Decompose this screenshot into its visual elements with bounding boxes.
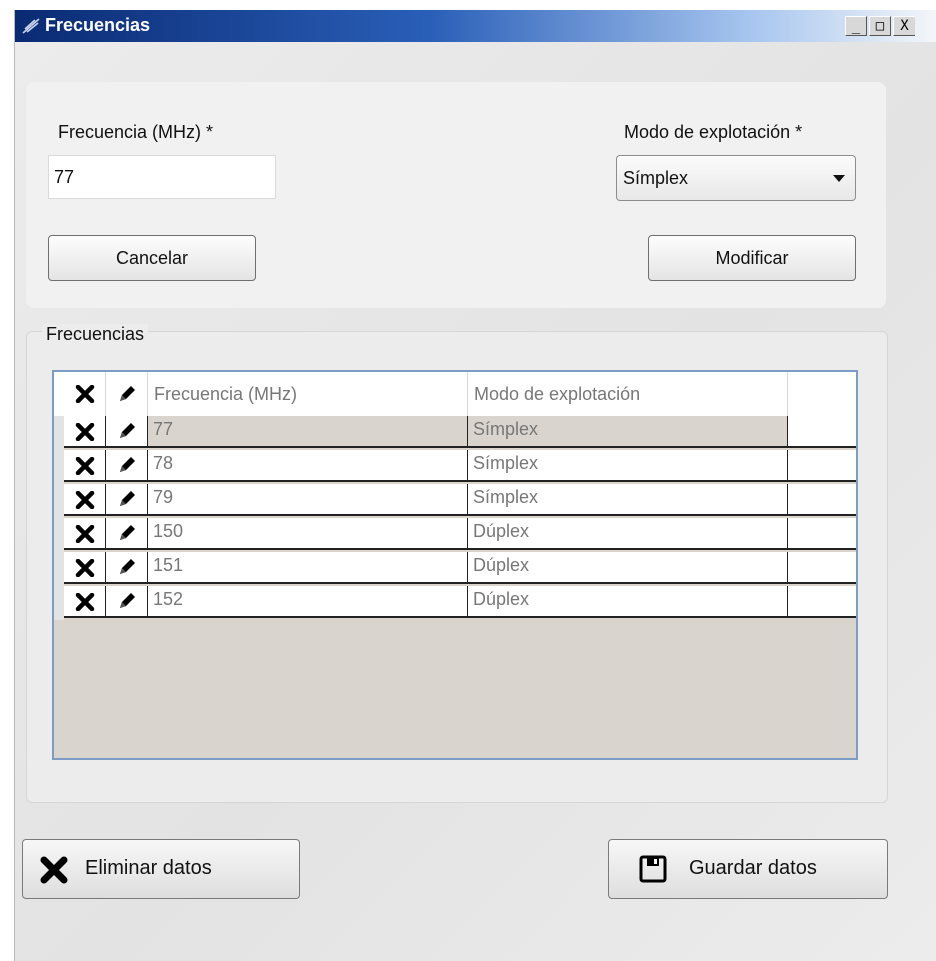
row-frequency: 78 bbox=[153, 453, 174, 473]
close-icon bbox=[75, 559, 95, 577]
close-icon bbox=[75, 423, 95, 441]
table-row[interactable]: 151 Dúplex bbox=[54, 552, 856, 584]
row-filler bbox=[788, 450, 856, 482]
close-icon bbox=[75, 525, 95, 543]
row-frequency: 151 bbox=[153, 555, 184, 575]
row-filler bbox=[788, 586, 856, 618]
close-icon bbox=[75, 457, 95, 475]
delete-data-button[interactable]: Eliminar datos bbox=[22, 839, 300, 899]
delete-data-label: Eliminar datos bbox=[85, 857, 212, 879]
row-frequency: 152 bbox=[153, 589, 184, 609]
row-filler bbox=[788, 552, 856, 584]
row-edit-button[interactable] bbox=[106, 518, 148, 550]
modify-button[interactable]: Modificar bbox=[648, 235, 856, 281]
row-frequency-cell[interactable]: 79 bbox=[148, 484, 468, 516]
table-row[interactable]: 77 Símplex bbox=[54, 416, 856, 448]
row-mode-cell[interactable]: Símplex bbox=[468, 416, 788, 448]
header-frequency[interactable]: Frecuencia (MHz) bbox=[148, 372, 468, 416]
row-mode-cell[interactable]: Dúplex bbox=[468, 586, 788, 618]
row-edit-button[interactable] bbox=[106, 552, 148, 584]
mode-select[interactable]: Símplex bbox=[616, 155, 856, 201]
header-filler bbox=[788, 372, 856, 416]
frequencies-table[interactable]: Frecuencia (MHz) Modo de explotación 77 S… bbox=[52, 370, 858, 760]
frequency-label: Frecuencia (MHz) * bbox=[58, 122, 214, 142]
mode-select-value: Símplex bbox=[623, 168, 689, 188]
row-frequency-cell[interactable]: 152 bbox=[148, 586, 468, 618]
close-icon bbox=[75, 385, 95, 403]
header-edit-column bbox=[106, 372, 148, 416]
frequency-input[interactable]: 77 bbox=[48, 155, 276, 199]
row-delete-button[interactable] bbox=[64, 416, 106, 448]
row-frequency: 77 bbox=[153, 419, 174, 439]
group-title: Frecuencias bbox=[42, 324, 149, 345]
row-edit-button[interactable] bbox=[106, 416, 148, 448]
row-mode-cell[interactable]: Dúplex bbox=[468, 552, 788, 584]
pencil-icon bbox=[120, 525, 135, 540]
antenna-icon bbox=[22, 18, 40, 34]
row-frequency-cell[interactable]: 77 bbox=[148, 416, 468, 448]
save-data-button[interactable]: Guardar datos bbox=[608, 839, 888, 899]
row-mode: Dúplex bbox=[473, 589, 530, 609]
row-filler bbox=[788, 518, 856, 550]
table-header: Frecuencia (MHz) Modo de explotación bbox=[54, 372, 856, 416]
pencil-icon bbox=[120, 457, 135, 472]
cancel-button[interactable]: Cancelar bbox=[48, 235, 256, 281]
pencil-icon bbox=[120, 386, 135, 401]
row-delete-button[interactable] bbox=[64, 586, 106, 618]
pencil-icon bbox=[120, 423, 135, 438]
row-mode-cell[interactable]: Símplex bbox=[468, 450, 788, 482]
mode-label: Modo de explotación * bbox=[624, 122, 803, 142]
maximize-button[interactable]: □ bbox=[869, 16, 891, 36]
header-mode[interactable]: Modo de explotación bbox=[468, 372, 788, 416]
close-icon bbox=[75, 593, 95, 611]
row-edit-button[interactable] bbox=[106, 450, 148, 482]
save-data-label: Guardar datos bbox=[689, 857, 817, 879]
close-icon bbox=[75, 491, 95, 509]
minimize-button[interactable]: _ bbox=[845, 16, 867, 36]
row-frequency-cell[interactable]: 78 bbox=[148, 450, 468, 482]
row-frequency: 150 bbox=[153, 521, 184, 541]
row-mode: Símplex bbox=[473, 487, 539, 507]
row-delete-button[interactable] bbox=[64, 484, 106, 516]
row-mode-cell[interactable]: Símplex bbox=[468, 484, 788, 516]
row-frequency-cell[interactable]: 150 bbox=[148, 518, 468, 550]
close-button[interactable]: X bbox=[893, 16, 915, 36]
close-icon bbox=[40, 856, 68, 884]
row-delete-button[interactable] bbox=[64, 552, 106, 584]
row-edit-button[interactable] bbox=[106, 586, 148, 618]
table-row[interactable]: 152 Dúplex bbox=[54, 586, 856, 618]
row-filler bbox=[788, 484, 856, 516]
table-row[interactable]: 79 Símplex bbox=[54, 484, 856, 516]
row-frequency-cell[interactable]: 151 bbox=[148, 552, 468, 584]
row-mode: Símplex bbox=[473, 419, 539, 439]
header-delete-column bbox=[64, 372, 106, 416]
row-frequency: 79 bbox=[153, 487, 174, 507]
row-edit-button[interactable] bbox=[106, 484, 148, 516]
table-row[interactable]: 78 Símplex bbox=[54, 450, 856, 482]
pencil-icon bbox=[120, 559, 135, 574]
row-filler bbox=[788, 416, 856, 448]
row-mode: Símplex bbox=[473, 453, 539, 473]
table-row[interactable]: 150 Dúplex bbox=[54, 518, 856, 550]
pencil-icon bbox=[120, 593, 135, 608]
row-mode: Dúplex bbox=[473, 521, 530, 541]
row-delete-button[interactable] bbox=[64, 518, 106, 550]
window-title: Frecuencias bbox=[45, 15, 151, 35]
title-bar[interactable]: Frecuencias _ □ X bbox=[15, 10, 936, 42]
row-mode: Dúplex bbox=[473, 555, 530, 575]
floppy-icon bbox=[639, 855, 667, 883]
pencil-icon bbox=[120, 491, 135, 506]
row-delete-button[interactable] bbox=[64, 450, 106, 482]
row-mode-cell[interactable]: Dúplex bbox=[468, 518, 788, 550]
chevron-down-icon bbox=[833, 175, 845, 182]
